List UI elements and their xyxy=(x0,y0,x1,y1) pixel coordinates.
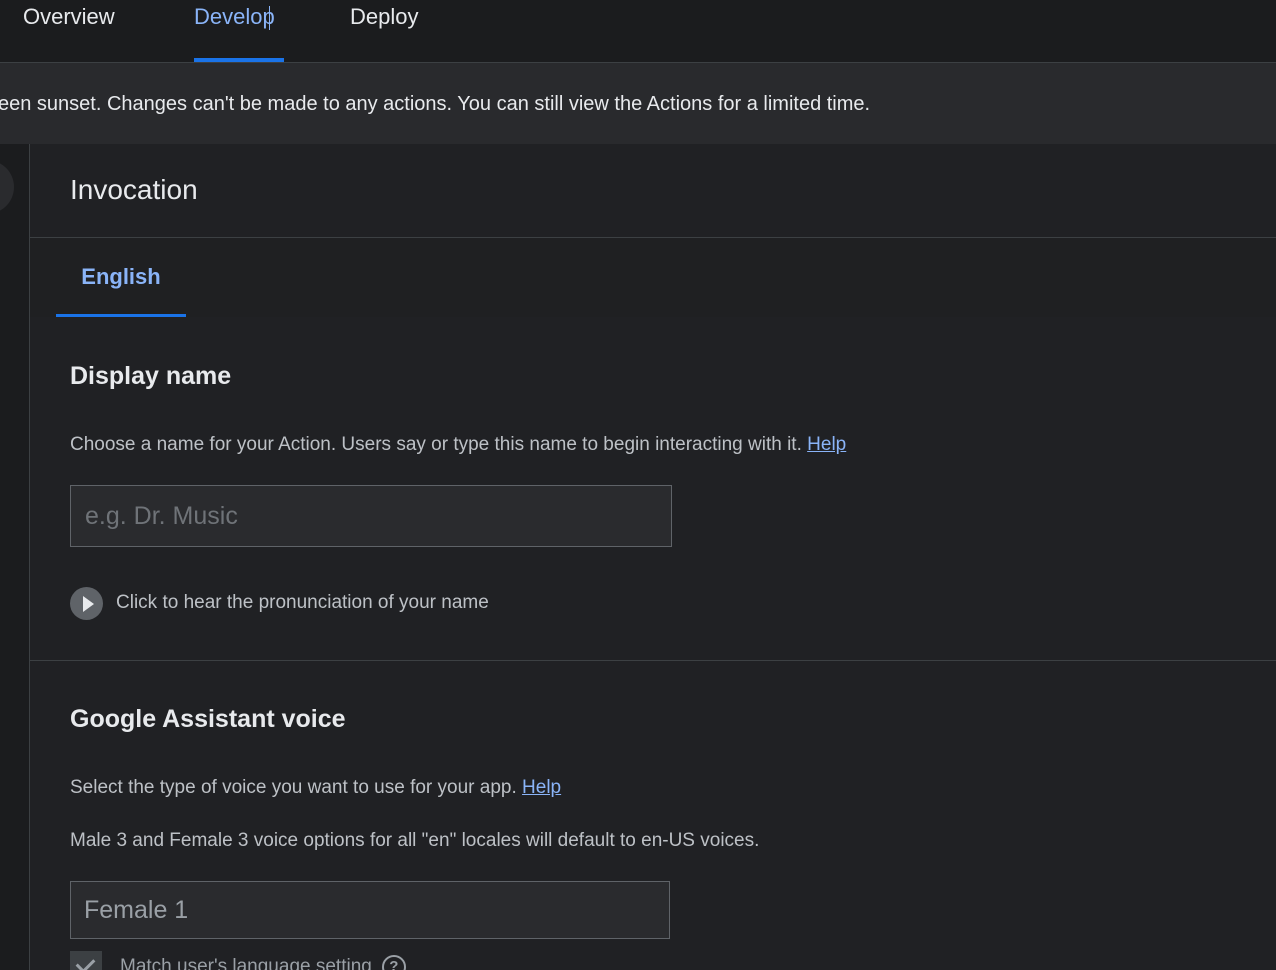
voice-select[interactable]: Female 1 xyxy=(70,881,670,939)
tab-develop[interactable]: Develop xyxy=(194,2,284,62)
match-language-checkbox[interactable] xyxy=(70,951,102,970)
display-name-description: Choose a name for your Action. Users say… xyxy=(70,434,846,456)
match-language-label: Match user's language setting xyxy=(120,956,372,970)
voice-help-link[interactable]: Help xyxy=(522,777,561,798)
display-name-help-link[interactable]: Help xyxy=(807,434,846,455)
tab-develop-label: Develop xyxy=(194,4,275,29)
display-name-description-text: Choose a name for your Action. Users say… xyxy=(70,434,802,455)
left-rail xyxy=(0,144,30,970)
voice-heading: Google Assistant voice xyxy=(70,705,346,733)
page-root: Overview Develop Deploy een sunset. Chan… xyxy=(0,0,1276,970)
voice-description-text: Select the type of voice you want to use… xyxy=(70,777,517,798)
play-icon[interactable] xyxy=(70,586,103,620)
tab-overview[interactable]: Overview xyxy=(23,2,128,62)
tab-english[interactable]: English xyxy=(56,238,186,317)
voice-note: Male 3 and Female 3 voice options for al… xyxy=(70,830,760,851)
display-name-heading: Display name xyxy=(70,362,232,390)
language-tabs: English xyxy=(30,238,1276,317)
display-name-input[interactable] xyxy=(70,485,672,547)
help-icon[interactable]: ? xyxy=(381,955,406,970)
tab-deploy-label: Deploy xyxy=(350,4,419,29)
tab-overview-label: Overview xyxy=(23,4,115,29)
match-language-row: Match user's language setting ? xyxy=(70,951,406,970)
tab-deploy[interactable]: Deploy xyxy=(350,2,427,62)
divider xyxy=(30,660,1276,661)
pronunciation-label: Click to hear the pronunciation of your … xyxy=(116,592,489,613)
banner-text: een sunset. Changes can't be made to any… xyxy=(0,93,871,115)
rail-toggle-button[interactable] xyxy=(0,160,14,214)
pronunciation-row: Click to hear the pronunciation of your … xyxy=(70,586,489,620)
voice-description: Select the type of voice you want to use… xyxy=(70,777,561,799)
page-title: Invocation xyxy=(70,174,198,205)
top-nav: Overview Develop Deploy xyxy=(0,0,1276,63)
text-caret xyxy=(269,6,270,30)
sunset-banner: een sunset. Changes can't be made to any… xyxy=(0,63,1276,144)
main-content: Invocation English Display name Choose a… xyxy=(30,144,1276,970)
voice-select-value: Female 1 xyxy=(84,896,189,924)
